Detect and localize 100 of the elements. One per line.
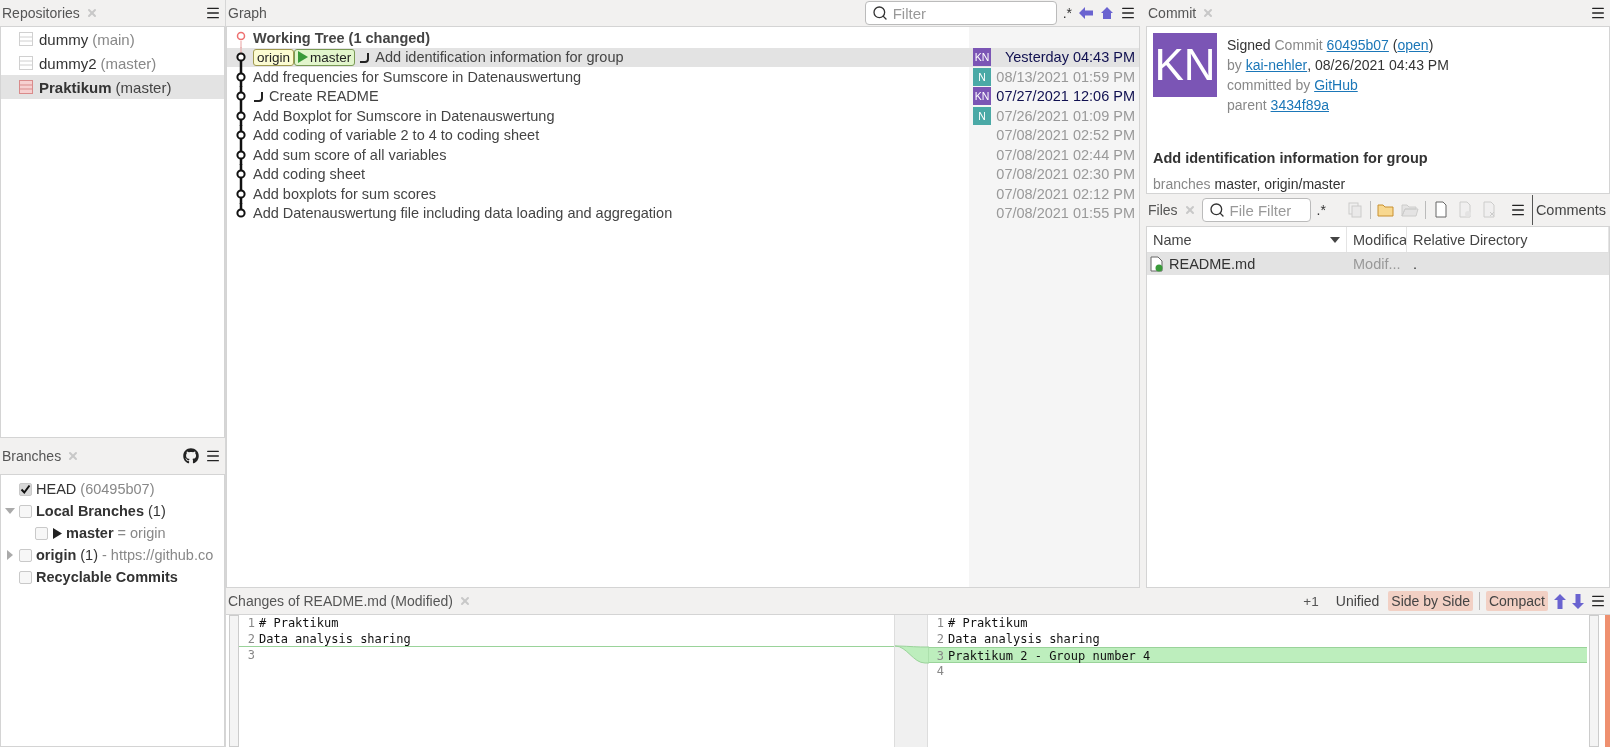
close-icon[interactable]: [458, 595, 471, 607]
commit-message: Add identification information for group: [375, 49, 624, 66]
commit-message: Add Boxplot for Sumscore in Datenauswertung: [253, 107, 555, 124]
link[interactable]: 3434f89a: [1270, 96, 1329, 113]
commit-date: Yesterday 04:43 PM: [1004, 49, 1135, 66]
line-number: 1: [935, 615, 945, 631]
commit-row[interactable]: Add coding of variable 2 to 4 to coding sheet: [227, 125, 969, 145]
menu-icon[interactable]: [205, 5, 221, 21]
commit-info-text: committed by: [1227, 76, 1312, 93]
link[interactable]: 60495b07: [1326, 36, 1389, 53]
regex-toggle[interactable]: .*: [1062, 5, 1072, 21]
commit-info-text: branches: [1153, 176, 1212, 192]
column-header[interactable]: Name: [1147, 227, 1347, 252]
modified-file-icon: [1150, 256, 1164, 272]
panel-title: Repositories: [2, 5, 80, 21]
checkbox[interactable]: [35, 526, 48, 540]
scrollbar[interactable]: [1589, 615, 1599, 747]
line-number: 2: [246, 631, 256, 646]
line-number: 3: [246, 647, 256, 663]
branch-name[interactable]: Local Branches: [36, 503, 144, 519]
sort-caret-icon: [1330, 236, 1340, 243]
branch-label[interactable]: master: [294, 48, 356, 66]
close-icon[interactable]: [1183, 204, 1196, 216]
column-header[interactable]: Relative Directory: [1407, 227, 1609, 252]
commit-date: 07/08/2021 02:12 PM: [996, 185, 1135, 202]
view-mode-button[interactable]: Unified: [1332, 591, 1383, 611]
commit-row[interactable]: Working Tree (1 changed): [227, 28, 969, 48]
link[interactable]: kai-nehler: [1245, 56, 1308, 73]
menu-icon[interactable]: [1120, 5, 1136, 21]
branch-count: (1): [148, 503, 166, 519]
file-directory: .: [1413, 256, 1418, 272]
repository-branch: (master): [115, 78, 172, 96]
close-icon[interactable]: [1202, 7, 1215, 19]
line-number: 4: [935, 663, 945, 679]
branch-label[interactable]: origin: [253, 48, 295, 66]
commit-row[interactable]: Add sum score of all variables: [227, 145, 969, 165]
folder-icon[interactable]: [1376, 201, 1395, 219]
panel-title: Graph: [228, 5, 267, 21]
author-avatar: KN: [973, 48, 991, 67]
commit-message: Add Datenauswertung file including data loading and aggregation: [253, 205, 673, 222]
checkbox[interactable]: [19, 504, 32, 518]
link[interactable]: GitHub: [1314, 76, 1358, 93]
commit-row[interactable]: Add coding sheet: [227, 164, 969, 184]
commit-row[interactable]: origin master Add identification information for group: [227, 47, 969, 67]
repository-branch: (main): [92, 30, 135, 48]
file-row[interactable]: README.md Modif... .: [1147, 253, 1609, 275]
view-mode-button[interactable]: Side by Side: [1388, 591, 1473, 611]
author-avatar: N: [973, 106, 991, 125]
commit-row[interactable]: Add frequencies for Sumscore in Datenauswertung: [227, 67, 969, 87]
commit-message: Add frequencies for Sumscore in Datenauswertung: [253, 68, 582, 85]
comments-tab[interactable]: Comments: [1531, 195, 1606, 225]
branch-name[interactable]: Recyclable Commits: [36, 569, 178, 585]
regex-toggle[interactable]: .*: [1316, 202, 1326, 218]
commit-row[interactable]: Add boxplots for sum scores: [227, 184, 969, 204]
expand-arrow-icon[interactable]: [5, 550, 15, 560]
branch-name[interactable]: master: [66, 525, 114, 541]
back-arrow-icon[interactable]: [1078, 6, 1094, 20]
link[interactable]: open: [1397, 36, 1429, 53]
commit-info-text: , 08/26/2021 04:43 PM: [1307, 56, 1449, 73]
checkbox[interactable]: [19, 482, 32, 496]
close-icon[interactable]: [67, 450, 80, 462]
menu-icon[interactable]: [1590, 593, 1606, 609]
commit-row[interactable]: Add Datenauswertung file including data loading and aggregation: [227, 203, 969, 223]
commit-date: 07/27/2021 12:06 PM: [996, 88, 1135, 105]
commit-message: Add coding sheet: [253, 166, 366, 183]
panel-title: Files: [1148, 202, 1178, 218]
commit-info-text: Commit: [1274, 36, 1324, 53]
github-icon[interactable]: [183, 448, 199, 464]
repository-branch: (master): [100, 54, 157, 72]
repository-name: Praktikum: [39, 78, 112, 96]
down-arrow-icon[interactable]: [1572, 593, 1584, 609]
home-icon[interactable]: [1100, 6, 1114, 20]
checkbox[interactable]: [19, 548, 32, 562]
commit-row[interactable]: Add Boxplot for Sumscore in Datenauswertung: [227, 106, 969, 126]
file-name: README.md: [1169, 256, 1256, 272]
menu-icon[interactable]: [205, 448, 221, 464]
branch-name[interactable]: HEAD: [36, 481, 77, 497]
commit-message: Create README: [269, 88, 379, 105]
commit-date: 08/13/2021 01:59 PM: [996, 68, 1135, 85]
compact-toggle[interactable]: Compact: [1485, 591, 1548, 611]
up-arrow-icon[interactable]: [1554, 593, 1566, 609]
commit-info-text: Signed: [1227, 36, 1272, 53]
menu-icon[interactable]: [1590, 5, 1606, 21]
author-avatar: N: [973, 67, 991, 86]
branch-name[interactable]: origin: [36, 547, 77, 563]
commit-date: 07/08/2021 02:52 PM: [996, 127, 1135, 144]
commit-date: 07/08/2021 02:30 PM: [996, 166, 1135, 183]
menu-icon[interactable]: [1509, 202, 1526, 218]
commit-message: Add sum score of all variables: [253, 146, 447, 163]
commit-row[interactable]: Create README: [227, 86, 969, 106]
commit-info-text: by: [1227, 56, 1243, 73]
panel-title: Commit: [1148, 5, 1197, 21]
repository-item[interactable]: dummy (main): [1, 27, 224, 51]
branch-note: = origin: [117, 525, 166, 541]
repository-item[interactable]: Praktikum (master): [1, 75, 224, 99]
expand-arrow-icon[interactable]: [5, 506, 15, 516]
close-icon[interactable]: [85, 7, 98, 19]
code-text: Data analysis sharing: [258, 631, 411, 646]
repository-item[interactable]: dummy2 (master): [1, 51, 224, 75]
checkbox[interactable]: [19, 570, 32, 584]
